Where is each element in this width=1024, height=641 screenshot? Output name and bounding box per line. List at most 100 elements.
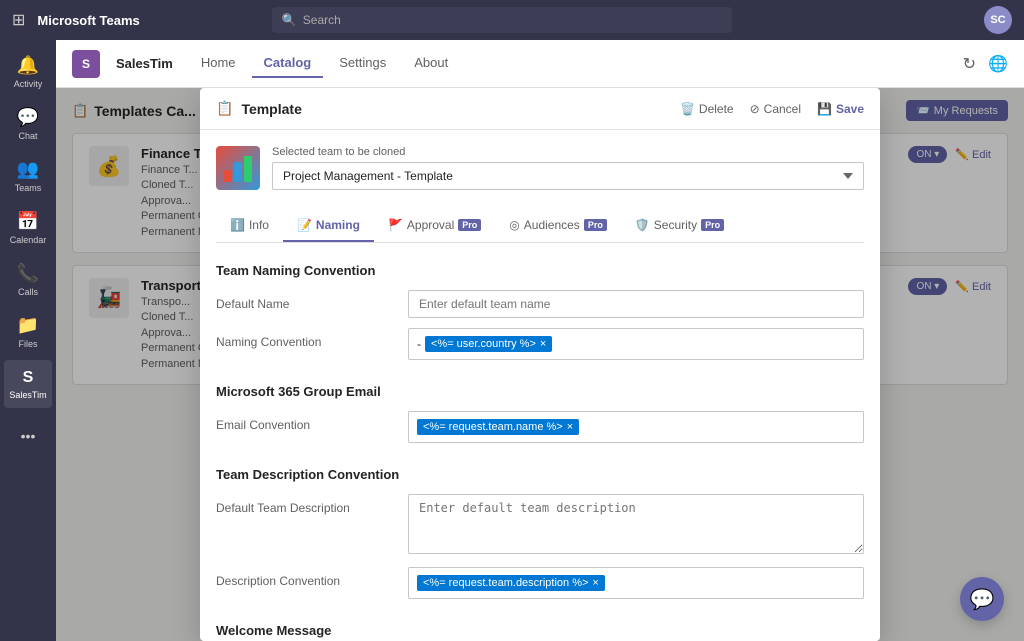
naming-convention-label: Naming Convention bbox=[216, 328, 396, 349]
tab-security-label: Security bbox=[654, 218, 697, 232]
approval-icon: 🚩 bbox=[388, 218, 403, 232]
sidebar-item-files[interactable]: 📁 Files bbox=[4, 308, 52, 356]
team-naming-section: Team Naming Convention Default Name Nami… bbox=[216, 263, 864, 360]
default-desc-input[interactable] bbox=[408, 494, 864, 554]
save-button[interactable]: 💾 Save bbox=[817, 102, 864, 116]
selector-wrap: Selected team to be cloned Project Manag… bbox=[272, 146, 864, 190]
nav-home[interactable]: Home bbox=[189, 49, 248, 78]
sidebar-item-more[interactable]: ••• bbox=[4, 412, 52, 460]
save-icon: 💾 bbox=[817, 102, 832, 116]
team-naming-title: Team Naming Convention bbox=[216, 263, 864, 278]
tab-info[interactable]: ℹ️ Info bbox=[216, 210, 283, 242]
email-convention-row: Email Convention <%= request.team.name %… bbox=[216, 411, 864, 443]
sidebar-label-files: Files bbox=[18, 339, 37, 349]
app-title: Microsoft Teams bbox=[37, 13, 139, 28]
default-name-row: Default Name bbox=[216, 290, 864, 318]
calls-icon: 📞 bbox=[17, 263, 39, 284]
grid-icon[interactable]: ⊞ bbox=[12, 10, 25, 30]
tab-audiences-label: Audiences bbox=[524, 218, 580, 232]
email-convention-tag: <%= request.team.name %> × bbox=[417, 419, 579, 435]
group-email-title: Microsoft 365 Group Email bbox=[216, 384, 864, 399]
tab-audiences[interactable]: ◎ Audiences Pro bbox=[495, 210, 621, 242]
sidebar-item-chat[interactable]: 💬 Chat bbox=[4, 100, 52, 148]
avatar[interactable]: SC bbox=[984, 6, 1012, 34]
more-icon: ••• bbox=[21, 428, 36, 444]
delete-button[interactable]: 🗑️ Delete bbox=[680, 102, 734, 116]
team-selector[interactable]: Project Management - Template bbox=[272, 162, 864, 190]
default-desc-input-wrap bbox=[408, 494, 864, 557]
email-tag-text: <%= request.team.name %> bbox=[423, 421, 563, 433]
modal-title: Template bbox=[241, 101, 301, 117]
nav-settings[interactable]: Settings bbox=[327, 49, 398, 78]
approval-pro-badge: Pro bbox=[458, 219, 481, 231]
calendar-icon: 📅 bbox=[17, 211, 39, 232]
modal-title-icon: 📋 bbox=[216, 100, 233, 117]
sidebar-item-calls[interactable]: 📞 Calls bbox=[4, 256, 52, 304]
naming-convention-input[interactable]: - <%= user.country %> × bbox=[408, 328, 864, 360]
audiences-icon: ◎ bbox=[509, 218, 519, 232]
desc-convention-row: Description Convention <%= request.team.… bbox=[216, 567, 864, 599]
app-logo: S bbox=[72, 50, 100, 78]
sidebar-label-chat: Chat bbox=[18, 131, 37, 141]
chat-fab[interactable]: 💬 bbox=[960, 577, 1004, 621]
naming-tag-text: <%= user.country %> bbox=[431, 338, 536, 350]
default-name-input-wrap bbox=[408, 290, 864, 318]
sidebar-item-calendar[interactable]: 📅 Calendar bbox=[4, 204, 52, 252]
naming-tag-close[interactable]: × bbox=[540, 338, 546, 350]
modal-header-left: 📋 Template bbox=[216, 100, 302, 117]
tab-approval-label: Approval bbox=[407, 218, 454, 232]
security-icon: 🛡️ bbox=[635, 218, 650, 232]
cancel-icon: ⊘ bbox=[750, 102, 760, 116]
desc-convention-input[interactable]: <%= request.team.description %> × bbox=[408, 567, 864, 599]
email-convention-label: Email Convention bbox=[216, 411, 396, 432]
nav-catalog[interactable]: Catalog bbox=[252, 49, 324, 78]
modal-header: 📋 Template 🗑️ Delete ⊘ Cancel bbox=[200, 88, 880, 130]
app-nav: Home Catalog Settings About bbox=[189, 49, 460, 78]
cancel-button[interactable]: ⊘ Cancel bbox=[750, 102, 801, 116]
refresh-icon[interactable]: ↻ bbox=[963, 54, 976, 74]
globe-icon[interactable]: 🌐 bbox=[988, 54, 1008, 74]
save-label: Save bbox=[836, 102, 864, 116]
welcome-message-title: Welcome Message bbox=[216, 623, 864, 638]
modal-overlay: 📋 Template 🗑️ Delete ⊘ Cancel bbox=[56, 88, 1024, 641]
naming-convention-input-wrap: - <%= user.country %> × bbox=[408, 328, 864, 360]
sidebar-label-teams: Teams bbox=[15, 183, 42, 193]
email-convention-input-wrap: <%= request.team.name %> × bbox=[408, 411, 864, 443]
default-name-input[interactable] bbox=[408, 290, 864, 318]
tab-approval[interactable]: 🚩 Approval Pro bbox=[374, 210, 495, 242]
group-email-section: Microsoft 365 Group Email Email Conventi… bbox=[216, 384, 864, 443]
search-bar[interactable]: 🔍 bbox=[272, 7, 732, 33]
default-desc-row: Default Team Description bbox=[216, 494, 864, 557]
email-tag-close[interactable]: × bbox=[567, 421, 573, 433]
sidebar-label-activity: Activity bbox=[14, 79, 43, 89]
desc-convention-label: Description Convention bbox=[216, 567, 396, 588]
nav-about[interactable]: About bbox=[402, 49, 460, 78]
app-layout: 🔔 Activity 💬 Chat 👥 Teams 📅 Calendar 📞 C… bbox=[0, 40, 1024, 641]
chat-icon: 💬 bbox=[17, 107, 39, 128]
search-input[interactable] bbox=[303, 13, 722, 27]
modal-tabs: ℹ️ Info 📝 Naming 🚩 Approval Pro bbox=[216, 210, 864, 243]
desc-convention-tag: <%= request.team.description %> × bbox=[417, 575, 605, 591]
files-icon: 📁 bbox=[17, 315, 39, 336]
naming-icon: 📝 bbox=[297, 218, 312, 232]
app-header-right: ↻ 🌐 bbox=[963, 54, 1008, 74]
content-area: 📋 Templates Ca... 📨 My Requests 💰 Financ… bbox=[56, 88, 1024, 641]
app-header: S SalesTim Home Catalog Settings About ↻… bbox=[56, 40, 1024, 88]
top-bar: ⊞ Microsoft Teams 🔍 SC bbox=[0, 0, 1024, 40]
search-icon: 🔍 bbox=[282, 13, 297, 27]
sidebar-item-activity[interactable]: 🔔 Activity bbox=[4, 48, 52, 96]
app-logo-text: S bbox=[82, 57, 90, 71]
salestim-icon: S bbox=[23, 369, 34, 387]
info-icon: ℹ️ bbox=[230, 218, 245, 232]
default-name-label: Default Name bbox=[216, 290, 396, 311]
desc-tag-close[interactable]: × bbox=[592, 577, 598, 589]
email-convention-input[interactable]: <%= request.team.name %> × bbox=[408, 411, 864, 443]
sidebar-item-salestim[interactable]: S SalesTim bbox=[4, 360, 52, 408]
naming-convention-tag: <%= user.country %> × bbox=[425, 336, 552, 352]
delete-label: Delete bbox=[699, 102, 734, 116]
tab-naming[interactable]: 📝 Naming bbox=[283, 210, 374, 242]
tab-security[interactable]: 🛡️ Security Pro bbox=[621, 210, 738, 242]
sidebar-item-teams[interactable]: 👥 Teams bbox=[4, 152, 52, 200]
welcome-message-section: Welcome Message Default Welcome Message … bbox=[216, 623, 864, 641]
sidebar-label-calendar: Calendar bbox=[10, 235, 47, 245]
